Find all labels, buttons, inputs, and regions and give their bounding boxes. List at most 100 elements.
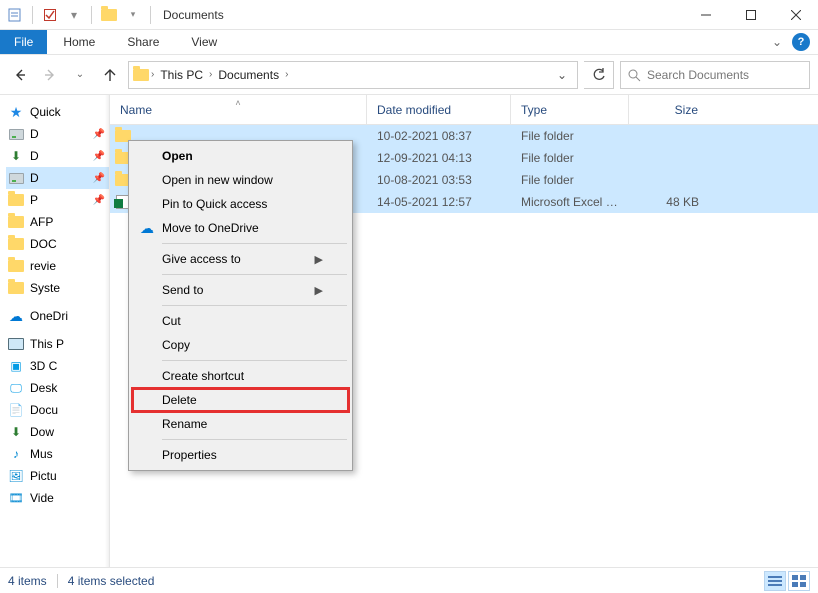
ctx-properties[interactable]: Properties xyxy=(132,443,349,467)
column-headers: Name ˄ Date modified Type Size xyxy=(110,95,818,125)
file-tab[interactable]: File xyxy=(0,30,47,54)
status-item-count: 4 items xyxy=(8,574,47,588)
qat-dropdown2-icon[interactable]: ▾ xyxy=(124,3,142,27)
folder-icon xyxy=(8,214,24,230)
separator xyxy=(162,360,347,361)
ctx-open-new-window[interactable]: Open in new window xyxy=(132,168,349,192)
qat-dropdown-icon[interactable]: ▾ xyxy=(65,3,83,27)
tab-share[interactable]: Share xyxy=(111,35,175,49)
star-icon: ★ xyxy=(8,104,24,120)
sidebar-item[interactable]: 🎞Vide xyxy=(6,487,109,509)
status-bar: 4 items 4 items selected xyxy=(0,567,818,593)
ctx-give-access[interactable]: Give access to▶ xyxy=(132,247,349,271)
sidebar-item[interactable]: AFP xyxy=(6,211,109,233)
sidebar-item[interactable]: ▣3D C xyxy=(6,355,109,377)
sort-asc-icon: ˄ xyxy=(235,98,240,108)
ctx-cut[interactable]: Cut xyxy=(132,309,349,333)
folder-icon xyxy=(8,280,24,296)
minimize-button[interactable] xyxy=(683,1,728,29)
forward-button[interactable] xyxy=(38,63,62,87)
address-dropdown-icon[interactable]: ⌄ xyxy=(551,68,573,82)
tab-home[interactable]: Home xyxy=(47,35,111,49)
column-name[interactable]: Name ˄ xyxy=(110,95,367,124)
thumbnails-view-button[interactable] xyxy=(788,571,810,591)
ribbon-expand-icon[interactable]: ⌄ xyxy=(772,35,782,49)
separator xyxy=(162,305,347,306)
recent-dropdown-icon[interactable]: ⌄ xyxy=(68,63,92,87)
breadcrumb-thispc[interactable]: This PC xyxy=(156,68,207,82)
sidebar-item[interactable]: 🖼Pictu xyxy=(6,465,109,487)
up-button[interactable] xyxy=(98,63,122,87)
search-icon xyxy=(627,68,641,82)
separator xyxy=(162,243,347,244)
sidebar-item[interactable]: DOC xyxy=(6,233,109,255)
sidebar-item[interactable]: ⬇Dow xyxy=(6,421,109,443)
maximize-button[interactable] xyxy=(728,1,773,29)
music-icon: ♪ xyxy=(8,446,24,462)
folder-icon xyxy=(133,67,149,83)
ctx-send-to[interactable]: Send to▶ xyxy=(132,278,349,302)
folder-icon xyxy=(8,258,24,274)
folder-icon xyxy=(100,3,118,27)
ctx-move-onedrive[interactable]: ☁ Move to OneDrive xyxy=(132,216,349,240)
sidebar-item[interactable]: ⬇D📌 xyxy=(6,145,109,167)
download-icon: ⬇ xyxy=(8,424,24,440)
nav-row: ⌄ › This PC › Documents › ⌄ Search Docum… xyxy=(0,55,818,95)
sidebar-item[interactable]: P📌 xyxy=(6,189,109,211)
column-date[interactable]: Date modified xyxy=(367,95,511,124)
videos-icon: 🎞 xyxy=(8,490,24,506)
ctx-delete[interactable]: Delete xyxy=(132,388,349,412)
breadcrumb-documents[interactable]: Documents xyxy=(214,68,283,82)
onedrive-root[interactable]: ☁ OneDri xyxy=(6,305,109,327)
sidebar-item[interactable]: D📌 xyxy=(6,167,109,189)
separator xyxy=(162,274,347,275)
column-size[interactable]: Size xyxy=(629,95,709,124)
ribbon: File Home Share View ⌄ ? xyxy=(0,30,818,55)
quick-access-root[interactable]: ★ Quick xyxy=(6,101,109,123)
3d-icon: ▣ xyxy=(8,358,24,374)
quick-access-toolbar: ▾ ▾ xyxy=(0,3,159,27)
onedrive-icon: ☁ xyxy=(138,219,156,237)
properties-icon[interactable] xyxy=(6,3,24,27)
column-type[interactable]: Type xyxy=(511,95,629,124)
folder-icon xyxy=(8,192,24,208)
sidebar-item[interactable]: revie xyxy=(6,255,109,277)
onedrive-icon: ☁ xyxy=(8,308,24,324)
ctx-copy[interactable]: Copy xyxy=(132,333,349,357)
sidebar-item[interactable]: 📄Docu xyxy=(6,399,109,421)
submenu-arrow-icon: ▶ xyxy=(315,253,323,266)
search-box[interactable]: Search Documents xyxy=(620,61,810,89)
context-menu: Open Open in new window Pin to Quick acc… xyxy=(128,140,353,471)
ctx-pin-quick[interactable]: Pin to Quick access xyxy=(132,192,349,216)
chevron-right-icon[interactable]: › xyxy=(285,69,288,80)
close-button[interactable] xyxy=(773,1,818,29)
address-bar[interactable]: › This PC › Documents › ⌄ xyxy=(128,61,578,89)
ctx-open[interactable]: Open xyxy=(132,144,349,168)
select-icon[interactable] xyxy=(41,3,59,27)
folder-icon xyxy=(8,236,24,252)
documents-icon: 📄 xyxy=(8,402,24,418)
navigation-pane[interactable]: ★ Quick D📌 ⬇D📌 D📌 P📌 AFP DOC revie Syste… xyxy=(0,95,110,567)
titlebar: ▾ ▾ Documents xyxy=(0,0,818,30)
details-view-button[interactable] xyxy=(764,571,786,591)
pictures-icon: 🖼 xyxy=(8,468,24,484)
ctx-create-shortcut[interactable]: Create shortcut xyxy=(132,364,349,388)
sidebar-item[interactable]: 🖵Desk xyxy=(6,377,109,399)
help-icon[interactable]: ? xyxy=(792,33,810,51)
search-placeholder: Search Documents xyxy=(647,68,749,82)
download-icon: ⬇ xyxy=(8,148,24,164)
submenu-arrow-icon: ▶ xyxy=(315,284,323,297)
chevron-right-icon[interactable]: › xyxy=(209,69,212,80)
sidebar-item[interactable]: Syste xyxy=(6,277,109,299)
ctx-rename[interactable]: Rename xyxy=(132,412,349,436)
back-button[interactable] xyxy=(8,63,32,87)
disk-icon xyxy=(8,126,24,142)
sidebar-item[interactable]: ♪Mus xyxy=(6,443,109,465)
refresh-button[interactable] xyxy=(584,61,614,89)
thispc-root[interactable]: This P xyxy=(6,333,109,355)
sidebar-item[interactable]: D📌 xyxy=(6,123,109,145)
window-title: Documents xyxy=(163,8,224,22)
tab-view[interactable]: View xyxy=(175,35,233,49)
chevron-right-icon[interactable]: › xyxy=(151,69,154,80)
status-selected-count: 4 items selected xyxy=(68,574,155,588)
